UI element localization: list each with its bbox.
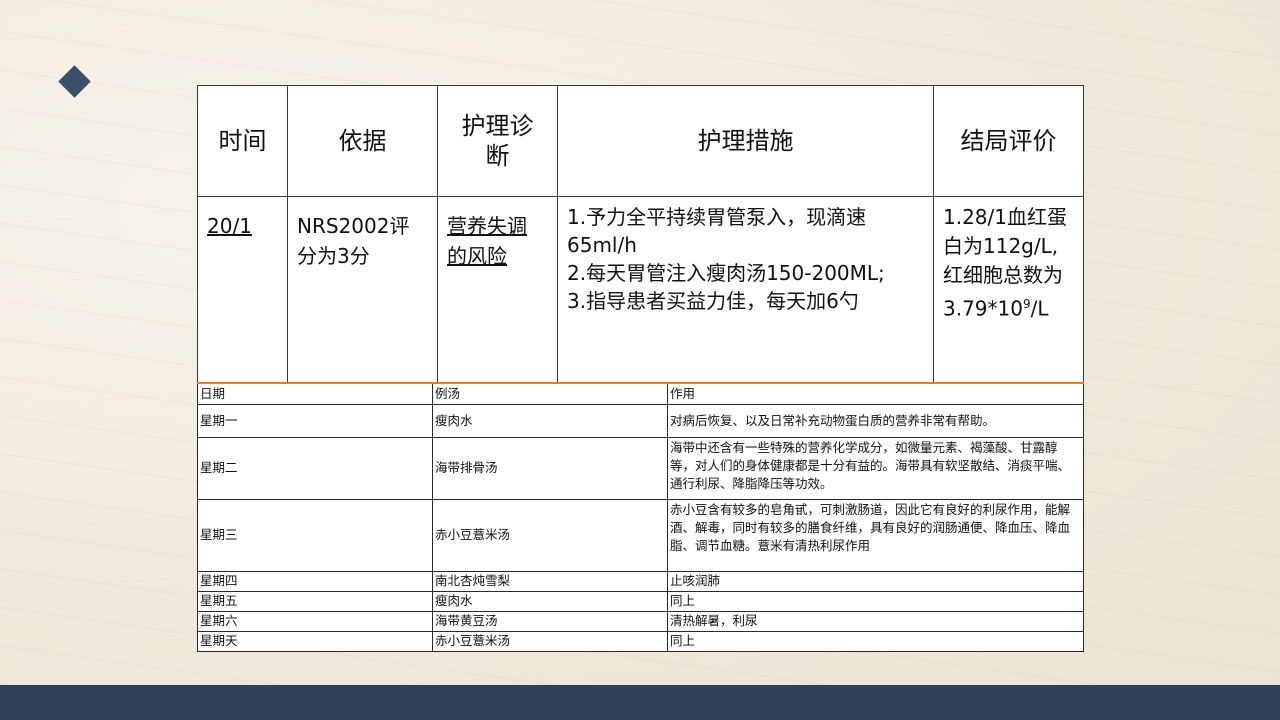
effect-cell: 海带中还含有一些特殊的营养化学成分，如微量元素、褐藻酸、甘露醇等，对人们的身体健…: [667, 436, 1084, 500]
effect-cell: 清热解暑，利尿: [667, 610, 1084, 632]
table-row: 星期五 瘦肉水 同上: [197, 590, 1084, 612]
soup-cell: 瘦肉水: [432, 590, 668, 612]
soup-cell: 海带黄豆汤: [432, 610, 668, 632]
table-row: 星期一 瘦肉水 对病后恢复、以及日常补充动物蛋白质的营养非常有帮助。: [197, 403, 1084, 438]
table-row: 星期六 海带黄豆汤 清热解暑，利尿: [197, 610, 1084, 632]
cell-time: 20/1: [197, 196, 288, 390]
cell-diagnosis: 营养失调 的风险: [437, 196, 558, 390]
table-row: 星期三 赤小豆薏米汤 赤小豆含有较多的皂角甙，可刺激肠道，因此它有良好的利尿作用…: [197, 498, 1084, 572]
header-evaluation: 结局评价: [933, 85, 1084, 197]
diagnosis-line1: 营养失调: [447, 214, 527, 238]
day-cell: 星期五: [197, 590, 433, 612]
cell-evaluation: 1.28/1血红蛋白为112g/L,红细胞总数为3.79*109/L: [933, 196, 1084, 390]
soup-cell: 赤小豆薏米汤: [432, 498, 668, 572]
day-cell: 星期二: [197, 436, 433, 500]
soup-cell: 海带排骨汤: [432, 436, 668, 500]
day-cell: 星期一: [197, 403, 433, 438]
effect-cell: 止咳润肺: [667, 570, 1084, 592]
header-basis: 依据: [287, 85, 438, 197]
header-date: 日期: [197, 382, 433, 405]
cell-basis: NRS2002评 分为3分: [287, 196, 438, 390]
basis-line1: NRS2002评: [297, 214, 410, 238]
header-diagnosis-line1: 护理诊: [461, 112, 534, 140]
soup-plan-table: 日期 例汤 作用 星期一 瘦肉水 对病后恢复、以及日常补充动物蛋白质的营养非常有…: [197, 382, 1084, 652]
day-cell: 星期天: [197, 630, 433, 652]
soup-cell: 南北杏炖雪梨: [432, 570, 668, 592]
effect-cell: 赤小豆含有较多的皂角甙，可刺激肠道，因此它有良好的利尿作用，能解酒、解毒，同时有…: [667, 498, 1084, 572]
day-cell: 星期四: [197, 570, 433, 592]
day-cell: 星期三: [197, 498, 433, 572]
diagnosis-line2: 的风险: [447, 244, 507, 268]
table-row: 星期四 南北杏炖雪梨 止咳润肺: [197, 570, 1084, 592]
nursing-plan-row: 20/1 NRS2002评 分为3分 营养失调 的风险 1.予力全平持续胃管泵入…: [197, 196, 1084, 390]
header-soup: 例汤: [432, 382, 668, 405]
evaluation-unit: /L: [1030, 296, 1049, 321]
effect-cell: 同上: [667, 630, 1084, 652]
footer-bar: [0, 685, 1280, 720]
header-time: 时间: [197, 85, 288, 197]
nursing-plan-header-row: 时间 依据 护理诊 断 护理措施 结局评价: [197, 85, 1084, 197]
soup-cell: 赤小豆薏米汤: [432, 630, 668, 652]
effect-cell: 对病后恢复、以及日常补充动物蛋白质的营养非常有帮助。: [667, 403, 1084, 438]
soup-plan-header-row: 日期 例汤 作用: [197, 382, 1084, 405]
day-cell: 星期六: [197, 610, 433, 632]
nursing-plan-table: 时间 依据 护理诊 断 护理措施 结局评价 20/1 NRS2002评 分为3分…: [197, 85, 1084, 390]
cell-measures: 1.予力全平持续胃管泵入，现滴速65ml/h 2.每天胃管注入瘦肉汤150-20…: [557, 196, 934, 390]
table-row: 星期二 海带排骨汤 海带中还含有一些特殊的营养化学成分，如微量元素、褐藻酸、甘露…: [197, 436, 1084, 500]
soup-cell: 瘦肉水: [432, 403, 668, 438]
basis-line2: 分为3分: [297, 244, 370, 268]
time-value: 20/1: [207, 214, 252, 238]
measure-item-1: 1.予力全平持续胃管泵入，现滴速65ml/h: [567, 205, 867, 257]
header-effect: 作用: [667, 382, 1084, 405]
evaluation-exponent: 9: [1022, 297, 1031, 311]
measure-item-3: 3.指导患者买益力佳，每天加6勺: [567, 289, 859, 313]
header-diagnosis: 护理诊 断: [437, 85, 558, 197]
header-measures: 护理措施: [557, 85, 934, 197]
measure-item-2: 2.每天胃管注入瘦肉汤150-200ML;: [567, 261, 885, 285]
effect-cell: 同上: [667, 590, 1084, 612]
header-diagnosis-line2: 断: [485, 142, 510, 170]
table-row: 星期天 赤小豆薏米汤 同上: [197, 630, 1084, 652]
